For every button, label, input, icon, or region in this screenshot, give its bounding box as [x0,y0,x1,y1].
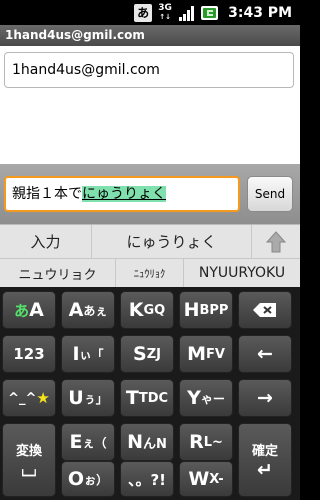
key-r[interactable]: R L~ [179,423,233,461]
key-main: 123 [13,345,45,363]
key-y[interactable]: Y ゃー [179,379,233,417]
candidate-item[interactable]: ニュウリョク [0,258,116,288]
soft-keyboard: あA A あぇ K GQ H BPP 123 I ぃ「 S ZJ M FV ← ^_^ ★ U… [0,287,300,500]
key-sub: X- [209,471,224,487]
key-e[interactable]: E ぇ（ [61,423,115,461]
key-k[interactable]: K GQ [120,291,174,329]
battery-icon [201,5,219,20]
kakutei-enter-key[interactable]: 確定 ↵ [238,423,292,497]
number-mode-key[interactable]: 123 [2,335,56,373]
key-main: M [187,343,206,365]
key-sub: L~ [203,434,223,450]
key-sub: んN [143,436,167,452]
candidate-item[interactable]: NYUURYOKU [184,259,300,288]
mode-hiragana-key[interactable]: あA [2,291,56,329]
composing-text: にゅうりょく [82,186,166,202]
committed-text: 親指１本で [12,186,82,202]
backspace-icon [253,303,276,317]
key-main: U [68,387,84,409]
key-main: I [72,343,80,365]
space-icon: ⌴ [21,458,37,481]
signal-icon [179,5,195,21]
key-sub: ゃー [200,391,225,406]
key-sub: あぇ [83,303,108,318]
key-sub: TDC [138,390,169,406]
candidate-item[interactable]: 入力 [0,224,92,259]
conversation-area: 1hand4us@gmil.com [0,46,300,164]
key-h[interactable]: H BPP [179,291,233,329]
3g-icon: 3G ↑↓ [156,2,174,22]
key-main: H [183,299,200,321]
key-sub: ZJ [146,346,161,362]
status-bar: あ 3G ↑↓ 3:43 PM [0,0,300,25]
candidate-item[interactable]: ﾆｭｳﾘｮｸ [116,258,184,288]
key-sub: ぃ「 [79,347,104,362]
candidate-bar: 入力 にゅうりょく [0,224,300,259]
message-input[interactable]: 親指１本でにゅうりょく [4,176,240,212]
3g-label: 3G [158,2,172,13]
key-main: R [189,431,204,453]
key-sub: GQ [143,302,166,318]
key-sub: A [29,299,44,321]
cursor-left-key[interactable]: ← [238,335,292,373]
candidate-item[interactable]: にゅうりょく [92,224,252,259]
clock: 3:43 PM [228,4,292,21]
key-i[interactable]: I ぃ「 [61,335,115,373]
key-main: E [69,431,83,453]
key-t[interactable]: T TDC [120,379,174,417]
key-main: 、。?! [127,470,167,489]
key-o[interactable]: O ぉ） [61,461,115,497]
key-main: Y [187,387,201,409]
enter-icon: ↵ [257,458,273,481]
henkan-key[interactable]: 変換 ⌴ [2,423,56,497]
key-s[interactable]: S ZJ [120,335,174,373]
key-sub: BPP [199,302,229,318]
key-a[interactable]: A あぇ [61,291,115,329]
arrow-left-icon: ← [257,343,273,365]
key-main: 確定 [251,443,278,459]
3g-arrows: ↑↓ [159,12,171,21]
compose-bar: 親指１本でにゅうりょく Send [0,164,300,224]
star-icon: ★ [36,389,50,407]
key-sub: ぇ（ [82,435,107,450]
punctuation-key[interactable]: 、。?! [120,461,174,497]
key-main: A [68,299,84,321]
cursor-right-key[interactable]: → [238,379,292,417]
expand-candidates-button[interactable] [252,225,300,259]
key-main: 変換 [15,443,42,459]
key-u[interactable]: U ぅ」 [61,379,115,417]
send-button[interactable]: Send [247,176,293,212]
key-m[interactable]: M FV [179,335,233,373]
key-main: T [125,387,139,409]
emoticon-key[interactable]: ^_^ ★ [2,379,56,417]
page-title: 1hand4us@gmil.com [0,25,300,46]
candidate-bar-secondary: ニュウリョク ﾆｭｳﾘｮｸ NYUURYOKU [0,258,300,288]
key-sub: ぉ） [84,472,109,487]
key-main: N [127,431,143,453]
ime-icon: あ [134,3,153,22]
arrow-right-icon: → [257,387,273,409]
key-w[interactable]: W X- [179,461,233,497]
key-sub: FV [205,346,225,362]
key-n[interactable]: N んN [120,423,174,461]
arrow-up-icon [265,230,287,252]
key-main: ^_^ [8,390,37,406]
key-main: S [133,343,147,365]
backspace-key[interactable] [238,291,292,329]
message-bubble[interactable]: 1hand4us@gmil.com [4,52,294,88]
key-main: O [67,468,85,490]
key-main: あ [14,301,30,320]
key-main: K [128,299,144,321]
key-main: W [188,468,210,490]
key-sub: ぅ」 [83,391,108,406]
